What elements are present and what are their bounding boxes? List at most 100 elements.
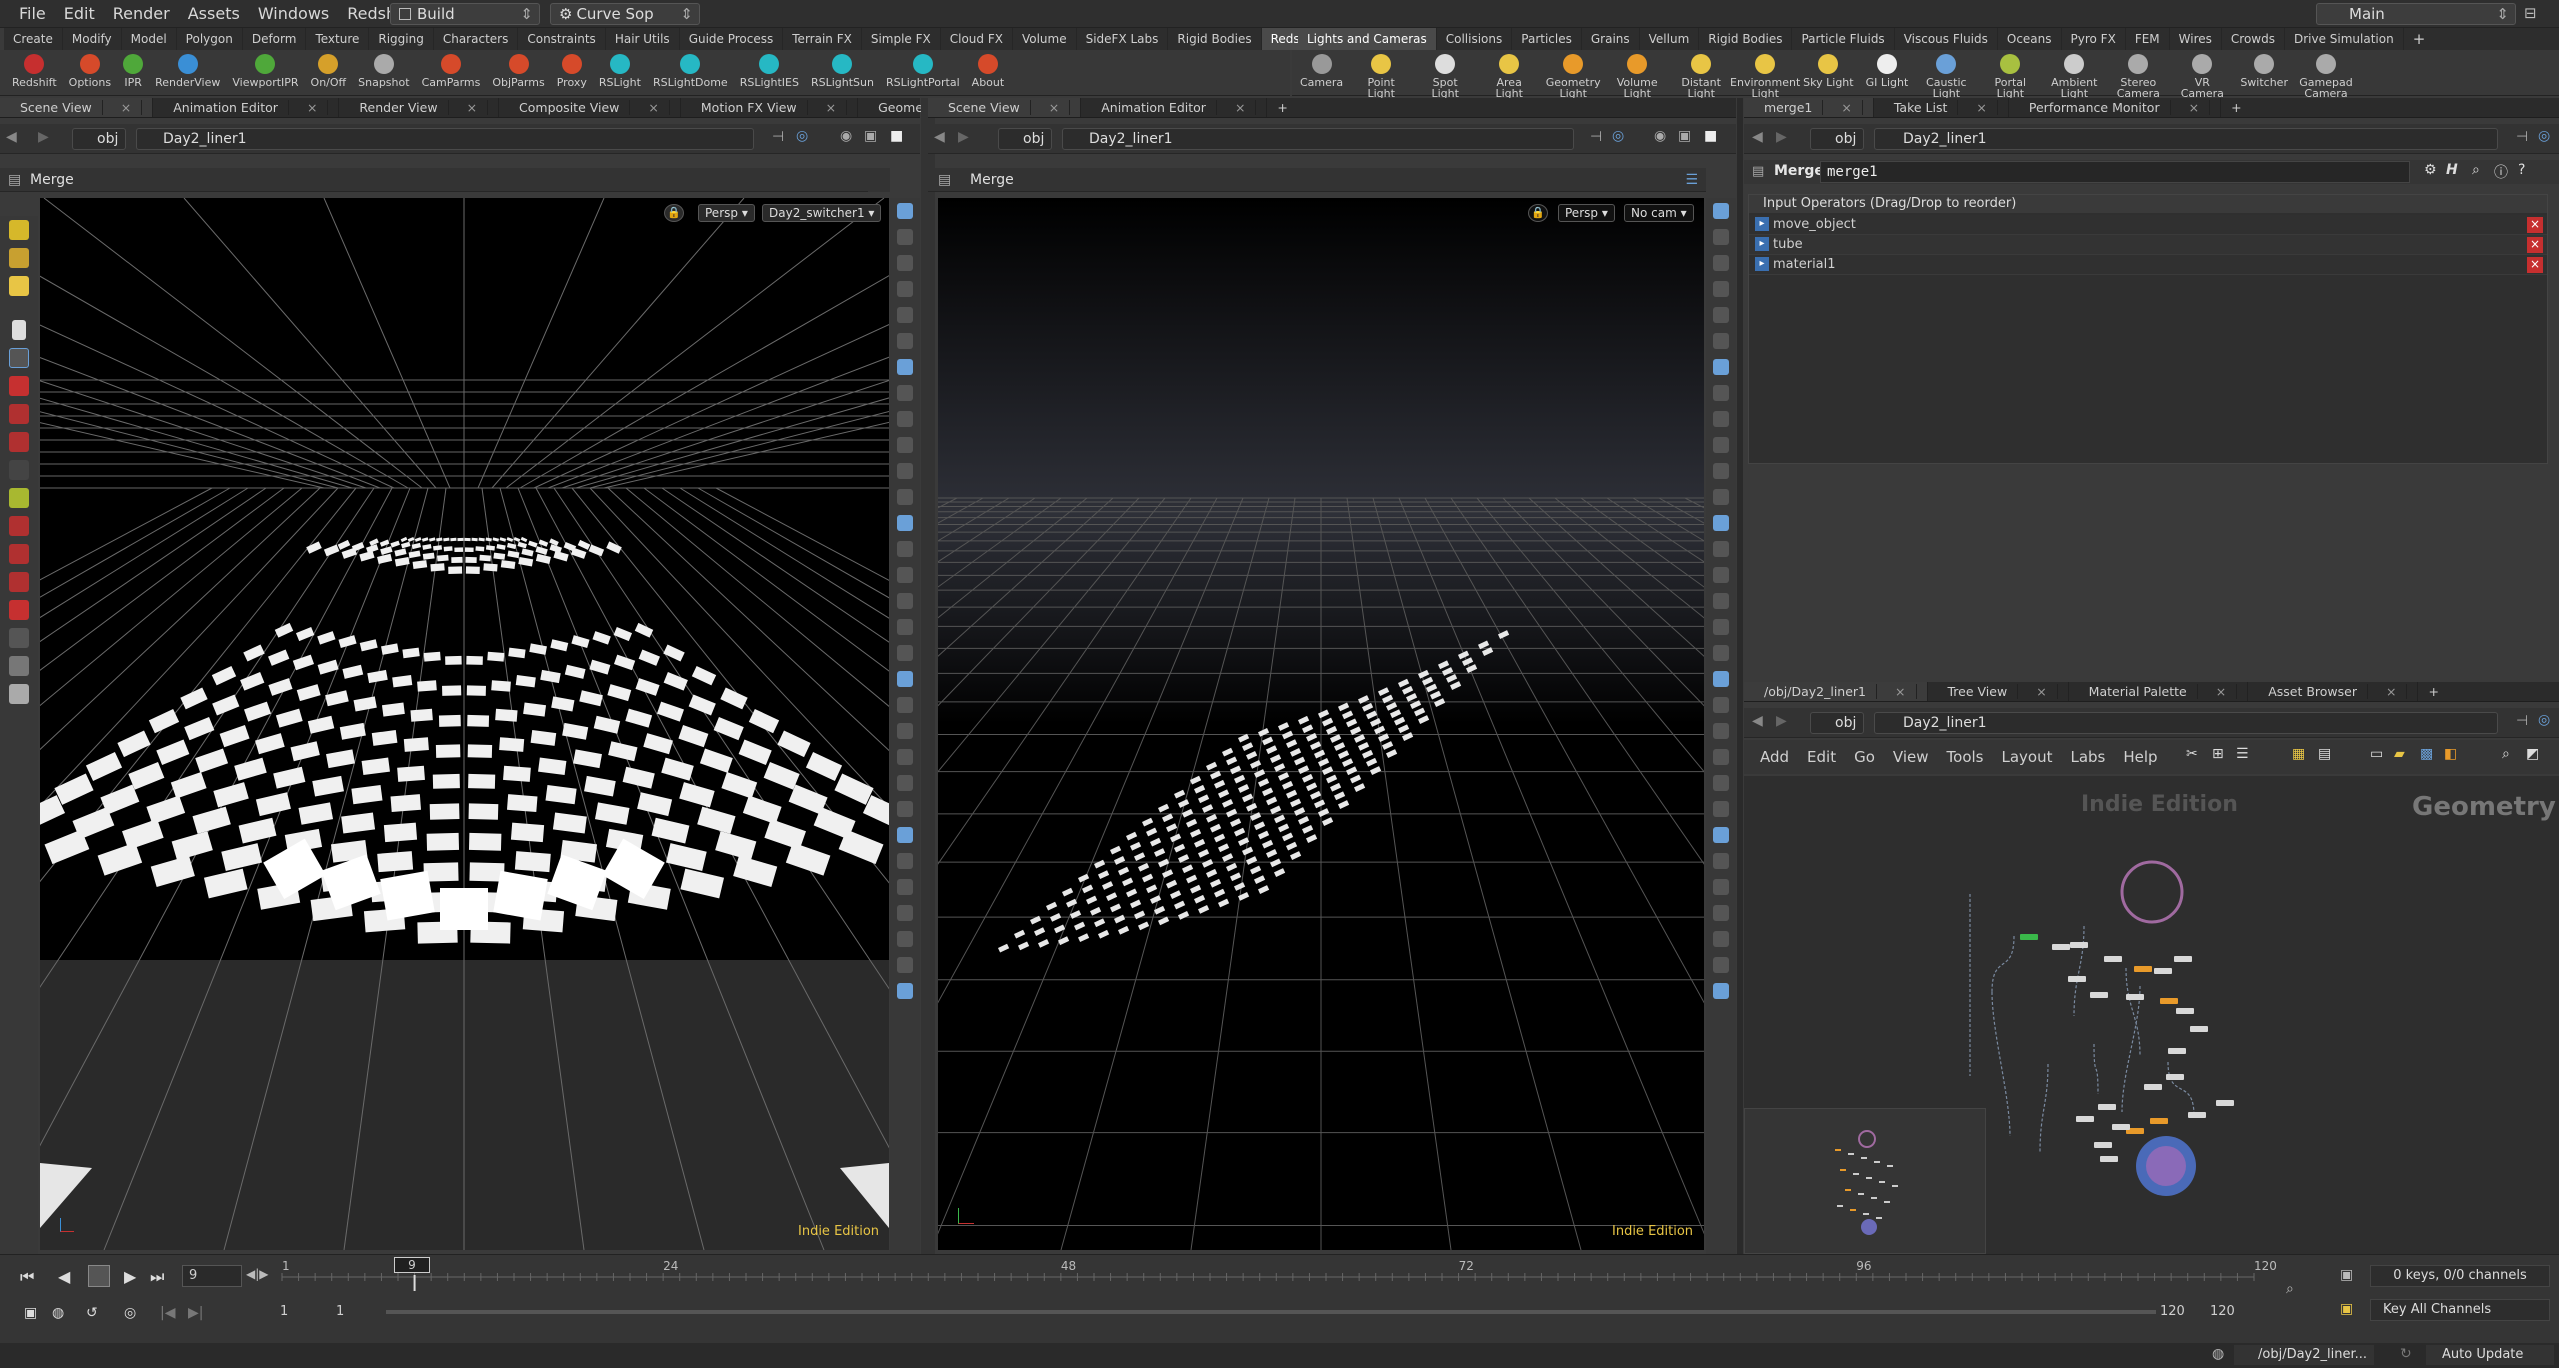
shelf-tool[interactable]: Geometry Light <box>1541 50 1605 99</box>
display-option-icon[interactable] <box>1713 879 1729 895</box>
shelf-tool[interactable]: RSLight <box>593 50 647 88</box>
display-option-icon[interactable] <box>1713 645 1729 661</box>
shelf-tab[interactable]: Rigid Bodies <box>1168 28 1262 50</box>
close-icon[interactable]: × <box>815 100 848 115</box>
add-tab-icon[interactable]: + <box>2221 98 2251 117</box>
current-frame-field[interactable]: 9 <box>182 1265 242 1287</box>
pane-tab[interactable]: Scene View × <box>0 98 154 117</box>
close-icon[interactable]: × <box>1831 100 1863 115</box>
pose-tool-icon[interactable] <box>9 248 29 268</box>
pin-icon[interactable]: ⊣ <box>772 129 784 145</box>
pane-tab[interactable]: Tree View × <box>1928 682 2069 701</box>
key-tool-icon[interactable]: ⌕ <box>2286 1281 2294 1297</box>
shelf-tool[interactable]: Switcher <box>2234 50 2294 88</box>
shelf-tool[interactable]: Gamepad Camera <box>2294 50 2358 99</box>
display-option-icon[interactable] <box>1713 567 1729 583</box>
expand-icon[interactable]: ▸ <box>1755 217 1769 231</box>
move-tool-icon[interactable] <box>9 376 29 396</box>
range-start-field[interactable]: 1 <box>280 1301 330 1323</box>
range-end-icon[interactable]: ▶| <box>188 1305 203 1321</box>
chat-icon[interactable]: ◍ <box>2212 1346 2224 1362</box>
display-option-icon[interactable] <box>1713 723 1729 739</box>
layout-icon[interactable]: ▣ <box>1678 128 1691 144</box>
keys-info[interactable]: 0 keys, 0/0 channels <box>2370 1265 2550 1287</box>
display-option-icon[interactable] <box>897 385 913 401</box>
sticky-note-icon[interactable]: ▰ <box>2394 746 2405 762</box>
display-option-icon[interactable] <box>897 801 913 817</box>
pane-tab[interactable]: Render View × <box>339 98 500 117</box>
shelf-tab[interactable]: Oceans <box>1998 28 2062 50</box>
display-options-icon[interactable]: ◉ <box>840 128 852 144</box>
display-option-icon[interactable] <box>1713 905 1729 921</box>
shelf-tab[interactable]: Guide Process <box>680 28 784 50</box>
path-node[interactable]: Day2_liner1 <box>1874 712 2498 734</box>
table-icon[interactable]: ▤ <box>2318 746 2331 762</box>
pane-tab[interactable]: Composite View × <box>499 98 681 117</box>
shelf-tab[interactable]: Crowds <box>2222 28 2285 50</box>
step-back-icon[interactable]: ◀ <box>58 1267 70 1286</box>
shelf-tool[interactable]: Proxy <box>551 50 593 88</box>
menu-render[interactable]: Render <box>104 0 179 28</box>
display-option-icon[interactable] <box>1713 827 1729 843</box>
viewport-right[interactable]: 🔒 Persp ▾ No cam ▾ Indie Edition <box>938 198 1704 1250</box>
display-option-icon[interactable] <box>897 541 913 557</box>
shelf-tool[interactable]: RSLightIES <box>734 50 805 88</box>
display-option-icon[interactable] <box>897 593 913 609</box>
back-icon[interactable]: ◀ <box>934 129 945 145</box>
select-tool-icon[interactable] <box>9 220 29 240</box>
display-option-icon[interactable] <box>897 307 913 323</box>
handle-tool-icon[interactable] <box>9 460 29 480</box>
update-icon[interactable]: ↻ <box>2400 1346 2412 1362</box>
display-option-icon[interactable] <box>1713 593 1729 609</box>
network-menu-view[interactable]: View <box>1893 748 1929 766</box>
display-option-icon[interactable] <box>897 853 913 869</box>
close-icon[interactable]: × <box>1966 100 1998 115</box>
forward-icon[interactable]: ▶ <box>38 129 49 145</box>
display-option-icon[interactable] <box>897 671 913 687</box>
shelf-tab[interactable]: Modify <box>63 28 122 50</box>
display-option-icon[interactable] <box>897 645 913 661</box>
snap-grid-icon[interactable] <box>9 516 29 536</box>
channel-icon[interactable]: ▣ <box>2340 1267 2353 1283</box>
display-option-icon[interactable] <box>897 229 913 245</box>
snap-curve-icon[interactable] <box>9 572 29 592</box>
loop-icon[interactable]: ↺ <box>86 1305 98 1321</box>
shelf-tab[interactable]: Grains <box>1582 28 1640 50</box>
display-option-icon[interactable] <box>1713 775 1729 791</box>
path-root[interactable]: obj <box>72 128 126 150</box>
toolbar-options-icon[interactable]: ☰ <box>1685 168 1698 192</box>
shelf-tab[interactable]: Simple FX <box>862 28 941 50</box>
view-mode-dropdown[interactable]: Persp ▾ <box>698 204 755 222</box>
shelf-tool[interactable]: Spot Light <box>1413 50 1477 99</box>
network-menu-labs[interactable]: Labs <box>2070 748 2105 766</box>
path-root[interactable]: obj <box>1810 128 1864 150</box>
display-option-icon[interactable] <box>897 879 913 895</box>
display-option-icon[interactable] <box>1713 437 1729 453</box>
display-option-icon[interactable] <box>1713 697 1729 713</box>
pane-tab[interactable]: Material Palette × <box>2069 682 2249 701</box>
context-dropdown[interactable]: ⚙ Curve Sop ⇕ <box>550 3 700 25</box>
expand-icon[interactable]: ▸ <box>1755 257 1769 271</box>
shelf-tab[interactable]: Rigid Bodies <box>1699 28 1793 50</box>
frame-marker[interactable]: 9 <box>394 1257 430 1273</box>
light-icon[interactable] <box>9 684 29 704</box>
image-icon[interactable]: ▩ <box>2420 746 2433 762</box>
pane-tab[interactable]: Asset Browser × <box>2248 682 2419 701</box>
pane-tab[interactable]: Performance Monitor × <box>2009 98 2222 117</box>
close-icon[interactable]: × <box>1038 100 1071 115</box>
pointer-icon[interactable] <box>12 320 26 340</box>
path-node[interactable]: Day2_liner1 <box>1062 128 1574 150</box>
viewer-menu-icon[interactable]: ▤ <box>938 168 951 192</box>
shelf-tab[interactable]: Wires <box>2170 28 2222 50</box>
lock-camera-icon[interactable]: 🔒 <box>1528 204 1548 222</box>
display-option-icon[interactable] <box>897 905 913 921</box>
close-icon[interactable]: × <box>110 100 143 115</box>
shelf-tab[interactable]: Particles <box>1512 28 1582 50</box>
back-icon[interactable]: ◀ <box>6 129 17 145</box>
path-node[interactable]: Day2_liner1 <box>136 128 754 150</box>
display-option-icon[interactable] <box>1713 515 1729 531</box>
shelf-tool[interactable]: Stereo Camera <box>2106 50 2170 99</box>
shelf-tab[interactable]: Lights and Cameras <box>1298 28 1437 50</box>
shelf-tab[interactable]: Deform <box>243 28 307 50</box>
display-option-icon[interactable] <box>1713 307 1729 323</box>
